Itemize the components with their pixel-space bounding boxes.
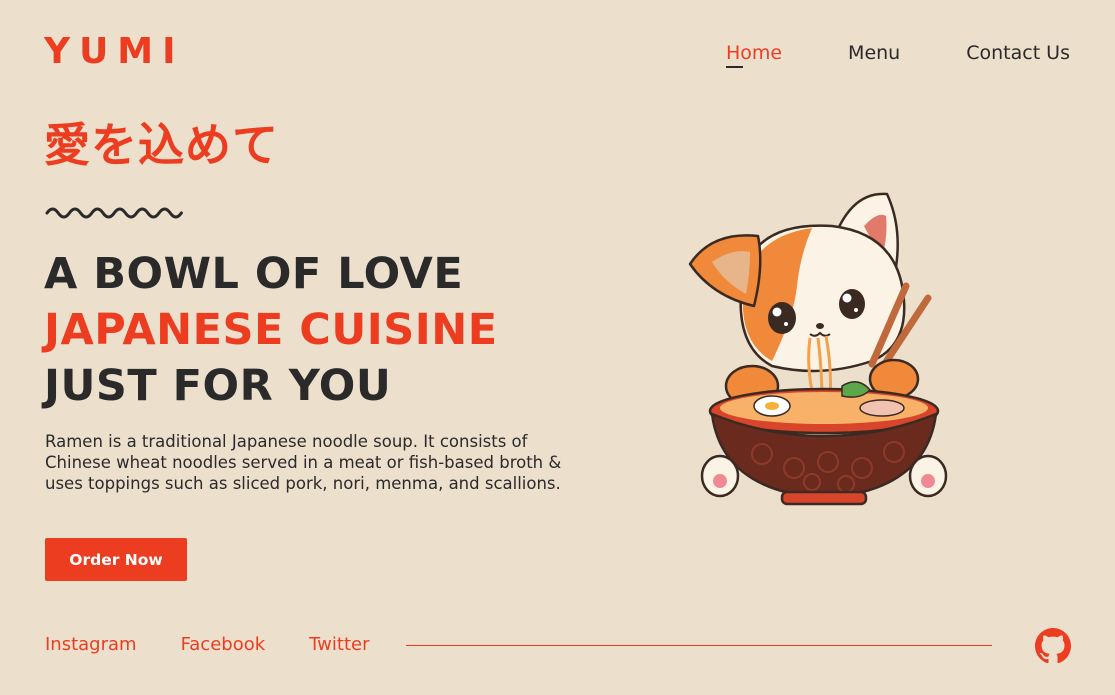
logo[interactable]: YUMI [44, 34, 185, 70]
twitter-link[interactable]: Twitter [309, 634, 369, 655]
hero-description: Ramen is a traditional Japanese noodle s… [45, 432, 562, 493]
squiggle-divider [45, 207, 183, 219]
japanese-title: 愛を込めて [44, 118, 279, 172]
github-icon[interactable] [1035, 628, 1071, 664]
cat-eating-ramen-illustration [688, 192, 948, 506]
order-now-button[interactable]: Order Now [45, 538, 187, 581]
headline-line-1: A BOWL OF LOVE [44, 249, 464, 299]
nav-menu[interactable]: Menu [848, 42, 900, 64]
nav-home[interactable]: Home [725, 42, 782, 68]
main-nav: Home Menu Contact Us [725, 42, 1070, 68]
headline-line-3: JUST FOR YOU [44, 361, 392, 411]
facebook-link[interactable]: Facebook [181, 634, 266, 655]
headline-line-2: JAPANESE CUISINE [44, 305, 498, 355]
footer-divider [406, 645, 992, 646]
instagram-link[interactable]: Instagram [45, 634, 137, 655]
headline: A BOWL OF LOVE JAPANESE CUISINE JUST FOR… [44, 246, 498, 414]
nav-contact-us[interactable]: Contact Us [966, 42, 1070, 64]
social-links: Instagram Facebook Twitter [45, 634, 369, 655]
